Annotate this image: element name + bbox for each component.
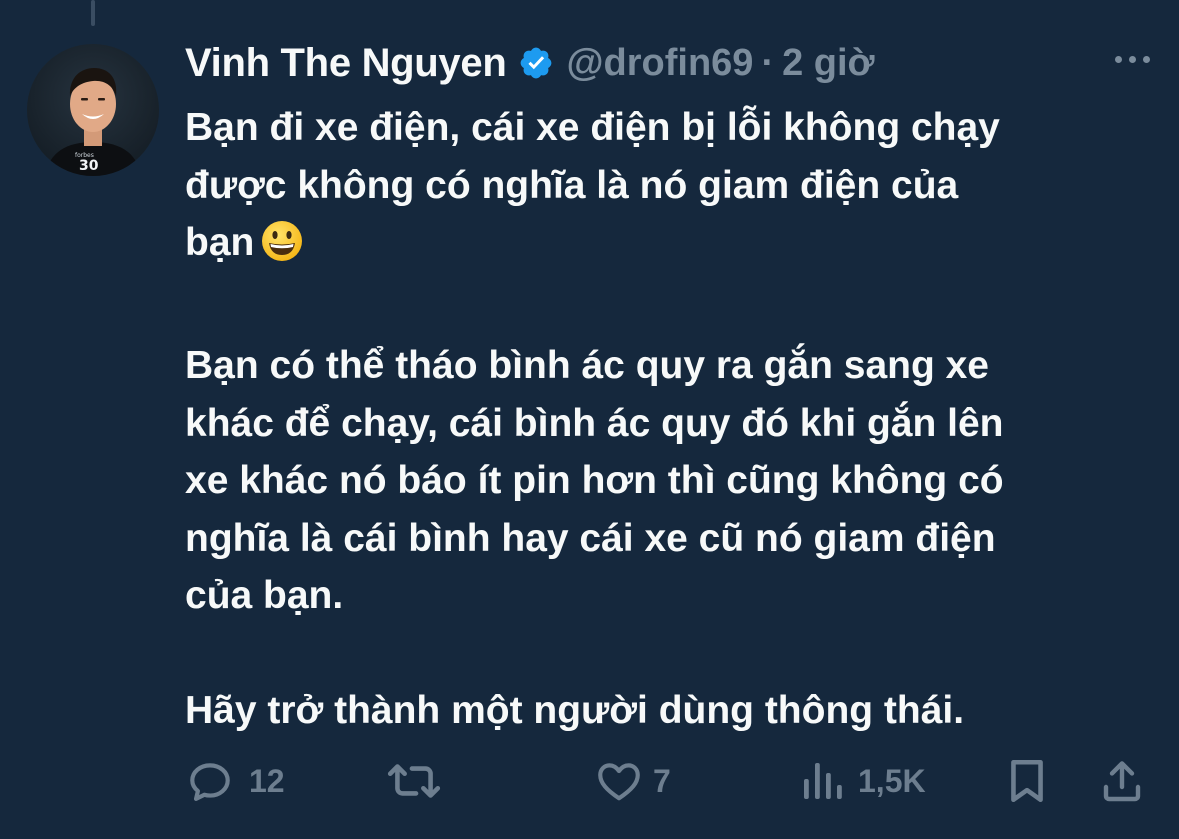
avatar-shirt-text: 30 <box>79 158 99 174</box>
views-button[interactable]: 1,5K <box>800 752 926 810</box>
header-separator: · <box>761 41 775 84</box>
tweet-line: nghĩa là cái bình hay cái xe cũ nó giam … <box>185 516 996 560</box>
tweet-line: khác để chạy, cái bình ác quy đó khi gắn… <box>185 401 1004 445</box>
tweet-timestamp[interactable]: 2 giờ <box>782 42 874 85</box>
tweet-line: Bạn có thể tháo bình ác quy ra gắn sang … <box>185 344 989 387</box>
avatar[interactable]: forbes 30 <box>27 44 159 176</box>
user-handle[interactable]: @drofin69 <box>566 42 753 85</box>
reply-icon <box>185 756 235 806</box>
like-button[interactable]: 7 <box>593 752 671 810</box>
tweet-line: của bạn. <box>185 574 344 617</box>
retweet-button[interactable] <box>385 752 457 810</box>
tweet-line: được không có nghĩa là nó giam điện của <box>185 163 959 207</box>
bookmark-button[interactable] <box>1005 752 1049 810</box>
tweet-line: bạn <box>185 214 1140 280</box>
tweet-line: Hãy trở thành một người dùng thông thái. <box>185 689 965 732</box>
tweet-text: Bạn đi xe điện, cái xe điện bị lỗi không… <box>185 99 1140 740</box>
tweet-line-text: bạn <box>185 221 255 264</box>
more-icon[interactable] <box>1109 50 1156 69</box>
tweet-line: Bạn đi xe điện, cái xe điện bị lỗi không… <box>185 106 1000 149</box>
thread-connector-line <box>91 0 95 26</box>
tweet-actions: 12 7 1,5K <box>185 752 1145 810</box>
display-name[interactable]: Vinh The Nguyen <box>185 41 507 86</box>
views-count: 1,5K <box>858 762 926 799</box>
bookmark-icon <box>1005 756 1049 806</box>
like-count: 7 <box>653 762 671 799</box>
share-button[interactable] <box>1100 752 1144 810</box>
reply-button[interactable]: 12 <box>185 752 285 810</box>
tweet-header: Vinh The Nguyen @drofin69 · 2 giờ <box>185 34 1150 92</box>
tweet-line: xe khác nó báo ít pin hơn thì cũng không… <box>185 459 1004 502</box>
share-icon <box>1100 756 1144 806</box>
retweet-icon <box>385 756 443 806</box>
like-icon <box>593 756 645 806</box>
reply-count: 12 <box>249 762 285 799</box>
tweet: Vinh The Nguyen @drofin69 · 2 giờ Bạn đi… <box>185 34 1150 740</box>
verified-badge-icon[interactable] <box>518 45 554 81</box>
grinning-face-emoji-icon <box>260 219 304 280</box>
views-icon <box>800 756 844 806</box>
